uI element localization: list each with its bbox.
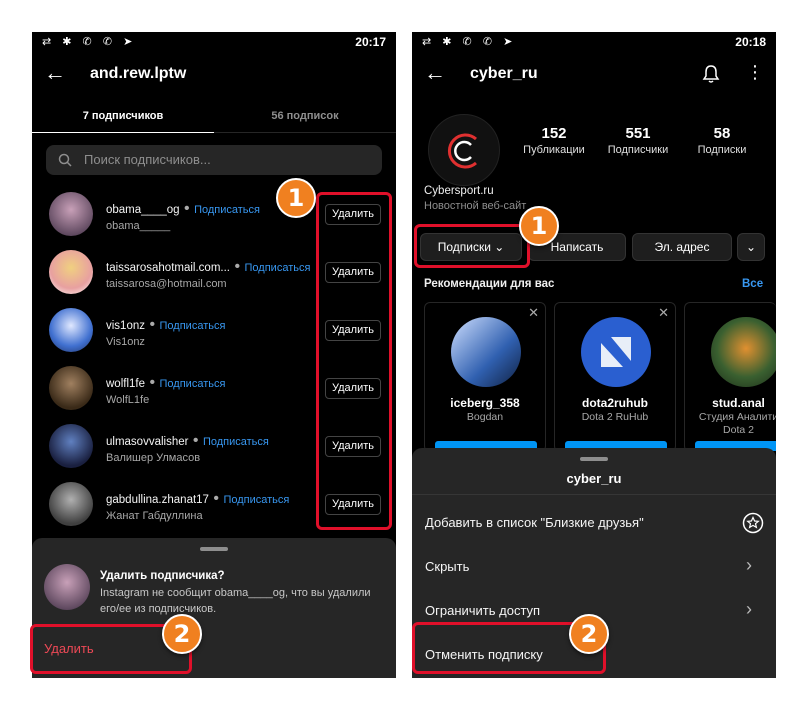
- follow-button[interactable]: Подписаться: [160, 378, 226, 390]
- avatar[interactable]: [49, 192, 93, 236]
- menu-item-close-friends[interactable]: Добавить в список "Близкие друзья": [412, 504, 776, 544]
- stat-followers-value[interactable]: 551: [598, 125, 678, 142]
- sheet-title: Удалить подписчика?: [100, 570, 225, 582]
- back-arrow-icon[interactable]: ←: [44, 60, 66, 86]
- username[interactable]: ulmasovvalisher: [106, 436, 188, 448]
- tab-following[interactable]: 56 подписок: [214, 110, 396, 122]
- username[interactable]: vis1onz: [106, 320, 145, 332]
- stat-following-value[interactable]: 58: [682, 125, 762, 142]
- card-username: stud.anal: [712, 396, 765, 410]
- sheet-handle[interactable]: [200, 547, 228, 551]
- status-bar: ⇄ ✱ ✆ ✆ ➤ 20:18: [412, 32, 776, 52]
- status-time: 20:18: [735, 35, 766, 49]
- username[interactable]: wolfl1fe: [106, 378, 145, 390]
- step-badge-1: 1: [519, 206, 559, 246]
- card-subtitle: Студия Аналити Dota 2: [698, 411, 776, 436]
- avatar[interactable]: [49, 482, 93, 526]
- avatar: [44, 564, 90, 610]
- bell-icon[interactable]: [701, 64, 721, 84]
- dota2ruhub-logo: [601, 337, 631, 367]
- profile-screen: ⇄ ✱ ✆ ✆ ➤ 20:18 ← cyber_ru ⋮ 152 Публика…: [412, 32, 776, 678]
- status-time: 20:17: [355, 35, 386, 49]
- display-name: Жанат Габдуллина: [106, 510, 203, 522]
- search-placeholder: Поиск подписчиков...: [84, 152, 211, 167]
- sheet-body: Instagram не сообщит obama____og, что вы…: [100, 587, 371, 615]
- profile-name: Cybersport.ru: [424, 185, 494, 197]
- step-badge-1: 1: [276, 178, 316, 218]
- more-options-icon[interactable]: ⋮: [746, 62, 764, 83]
- avatar: [711, 317, 776, 387]
- status-bar: ⇄ ✱ ✆ ✆ ➤ 20:17: [32, 32, 396, 52]
- sheet-divider: [412, 494, 776, 495]
- status-icons: ⇄ ✱ ✆ ✆ ➤: [42, 36, 137, 48]
- username[interactable]: gabdullina.zhanat17: [106, 494, 209, 506]
- search-input[interactable]: Поиск подписчиков...: [46, 145, 382, 175]
- display-name: taissarosa@hotmail.com: [106, 278, 227, 290]
- cybersport-logo: [447, 133, 477, 169]
- chevron-right-icon: ›: [746, 599, 752, 619]
- suggestion-card[interactable]: ✕ iceberg_358 Bogdan: [424, 302, 546, 452]
- profile-category: Новостной веб-сайт: [424, 200, 527, 212]
- email-button[interactable]: Эл. адрес: [632, 233, 732, 261]
- sheet-handle[interactable]: [580, 457, 608, 461]
- chevron-right-icon: ›: [746, 555, 752, 575]
- card-subtitle: Dota 2 RuHub: [581, 411, 649, 423]
- display-name: WolfL1fe: [106, 394, 150, 406]
- display-name: Валишер Улмасов: [106, 452, 201, 464]
- step-badge-2: 2: [162, 614, 202, 654]
- see-all-link[interactable]: Все: [742, 278, 763, 290]
- star-circle-icon: [742, 512, 764, 534]
- follow-button[interactable]: Подписаться: [223, 494, 289, 506]
- tab-followers[interactable]: 7 подписчиков: [32, 110, 214, 122]
- tab-indicator: [32, 132, 214, 133]
- menu-label: Добавить в список "Близкие друзья": [425, 515, 644, 530]
- avatar[interactable]: [49, 424, 93, 468]
- stat-posts-value: 152: [541, 125, 567, 142]
- avatar[interactable]: [49, 308, 93, 352]
- card-username: iceberg_358: [450, 396, 520, 410]
- page-title: and.rew.lptw: [90, 65, 187, 82]
- search-icon: [58, 153, 72, 167]
- profile-avatar[interactable]: [428, 114, 500, 186]
- menu-label: Ограничить доступ: [425, 603, 541, 618]
- tab-divider: [214, 132, 396, 133]
- menu-item-hide[interactable]: Скрыть ›: [412, 548, 776, 588]
- follow-button[interactable]: Подписаться: [194, 204, 260, 216]
- step-badge-2: 2: [569, 614, 609, 654]
- follow-button[interactable]: Подписаться: [245, 262, 311, 274]
- suggestion-card[interactable]: stud.anal Студия Аналити Dota 2: [684, 302, 776, 452]
- recommendations-title: Рекомендации для вас: [424, 278, 555, 290]
- card-username: dota2ruhub: [582, 396, 648, 410]
- close-icon[interactable]: ✕: [528, 305, 539, 321]
- highlight-remove-buttons: [316, 192, 392, 530]
- avatar[interactable]: [49, 366, 93, 410]
- username[interactable]: taissarosahotmail.com...: [106, 262, 230, 274]
- highlight-following-button: [414, 224, 530, 268]
- username[interactable]: obama____og: [106, 204, 180, 216]
- card-subtitle: Bogdan: [466, 411, 504, 423]
- back-arrow-icon[interactable]: ←: [424, 60, 446, 86]
- status-icons: ⇄ ✱ ✆ ✆ ➤: [422, 36, 517, 48]
- menu-label: Скрыть: [425, 559, 470, 574]
- suggestion-card[interactable]: ✕ dota2ruhub Dota 2 RuHub: [554, 302, 676, 452]
- page-title: cyber_ru: [470, 65, 538, 82]
- stat-followers-label[interactable]: Подписчики: [598, 144, 678, 156]
- follow-button[interactable]: Подписаться: [160, 320, 226, 332]
- close-icon[interactable]: ✕: [658, 305, 669, 321]
- display-name: Vis1onz: [106, 336, 145, 348]
- avatar[interactable]: [49, 250, 93, 294]
- avatar: [451, 317, 521, 387]
- sheet-title: cyber_ru: [566, 471, 622, 486]
- follow-button[interactable]: Подписаться: [203, 436, 269, 448]
- display-name: obama_____: [106, 220, 171, 232]
- expand-suggestions-button[interactable]: ⌄: [737, 233, 765, 261]
- stat-following-label[interactable]: Подписки: [682, 144, 762, 156]
- stat-posts-label: Публикации: [523, 144, 585, 156]
- avatar: [581, 317, 651, 387]
